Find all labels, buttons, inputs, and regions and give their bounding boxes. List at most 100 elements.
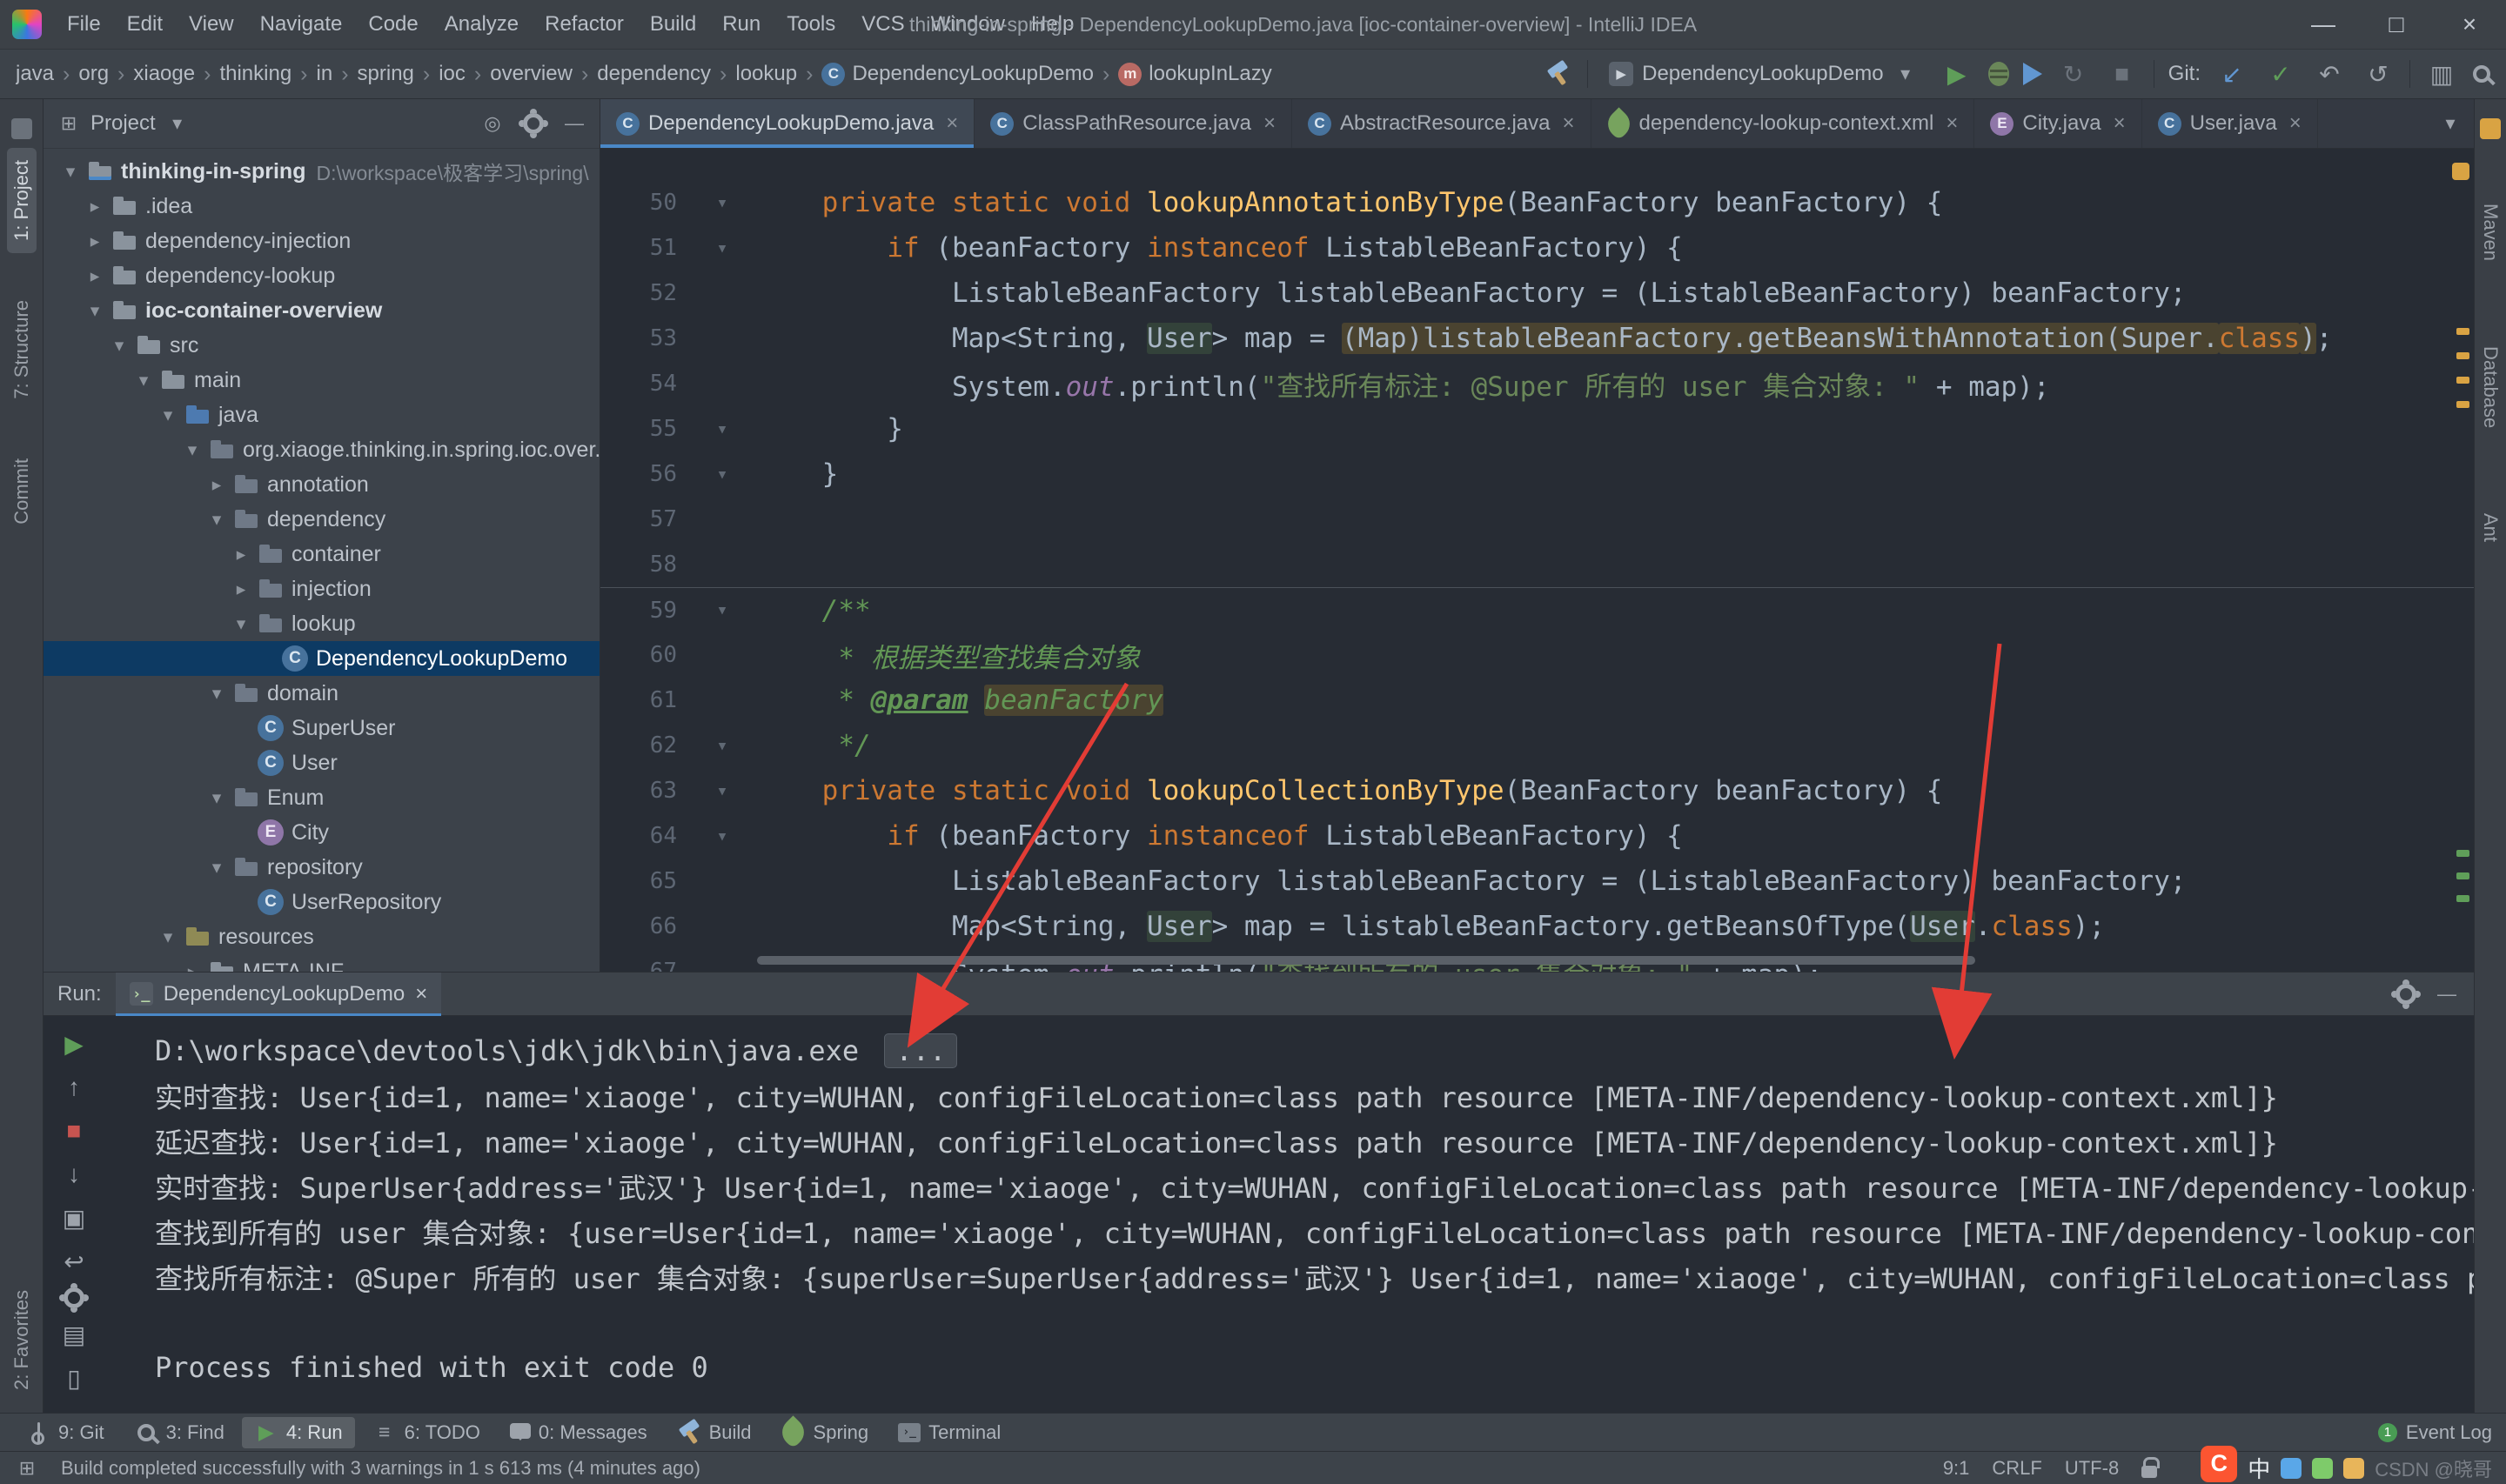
menu-item-navigate[interactable]: Navigate [247, 0, 356, 49]
code-editor[interactable]: 50 ▾ private static void lookupAnnotation… [600, 149, 2474, 972]
git-rollback-button[interactable] [2312, 57, 2347, 91]
tree-item-src[interactable]: ▾ src [44, 328, 600, 363]
git-history-button[interactable] [2361, 57, 2395, 91]
warning-stripe-mark[interactable] [2456, 377, 2469, 384]
collapse-arrow-icon[interactable]: ▾ [131, 370, 157, 391]
menu-item-refactor[interactable]: Refactor [532, 0, 637, 49]
tool-button-7-structure[interactable]: 7: Structure [7, 288, 37, 411]
tree-item-main[interactable]: ▾ main [44, 363, 600, 398]
expand-arrow-icon[interactable]: ▸ [204, 474, 230, 496]
tree-item-superuser[interactable]: SuperUser [44, 711, 600, 745]
fold-icon[interactable]: ▾ [687, 418, 757, 440]
warning-stripe-mark[interactable] [2456, 352, 2469, 359]
tree-item-dependency-injection[interactable]: ▸ dependency-injection [44, 224, 600, 258]
gear-icon[interactable] [2395, 983, 2416, 1005]
expand-command-line-button[interactable]: ... [884, 1033, 958, 1068]
tool-button-ant[interactable]: Ant [2476, 501, 2505, 554]
tree-item-org-xiaoge-thinking-in-spring-ioc-over-[interactable]: ▾ org.xiaoge.thinking.in.spring.ioc.over.… [44, 432, 600, 467]
fold-icon[interactable]: ▾ [687, 464, 757, 485]
rerun-button[interactable] [2056, 57, 2091, 91]
toolwindow-button-spring[interactable]: Spring [769, 1415, 881, 1449]
tree-item--idea[interactable]: ▸ .idea [44, 189, 600, 224]
breadcrumb-dependencylookupdemo[interactable]: DependencyLookupDemo [821, 62, 1094, 86]
console-settings-icon[interactable] [64, 1287, 84, 1308]
file-encoding[interactable]: UTF-8 [2065, 1457, 2119, 1480]
expand-arrow-icon[interactable]: ▸ [82, 196, 108, 217]
vcs-stripe-mark[interactable] [2456, 872, 2469, 879]
close-tab-icon[interactable]: × [1946, 111, 1958, 136]
menu-item-edit[interactable]: Edit [114, 0, 176, 49]
vcs-stripe-mark[interactable] [2456, 850, 2469, 857]
breadcrumb-overview[interactable]: overview [490, 62, 573, 86]
tree-item-meta-inf[interactable]: ▸ META-INF [44, 954, 600, 972]
collapse-arrow-icon[interactable]: ▾ [204, 787, 230, 809]
expand-arrow-icon[interactable]: ▸ [82, 231, 108, 252]
tree-item-resources[interactable]: ▾ resources [44, 919, 600, 954]
breadcrumb-lookup[interactable]: lookup [735, 62, 797, 86]
tree-item-lookup[interactable]: ▾ lookup [44, 606, 600, 641]
event-log-button[interactable]: 1 Event Log [2377, 1421, 2492, 1444]
clear-console-icon[interactable] [57, 1360, 91, 1395]
warning-stripe-mark[interactable] [2456, 328, 2469, 335]
toolwindow-button-4-run[interactable]: 4: Run [241, 1416, 355, 1448]
run-button[interactable] [1940, 57, 1974, 91]
collapse-arrow-icon[interactable]: ▾ [204, 509, 230, 531]
minimize-button[interactable] [2287, 0, 2360, 49]
status-message[interactable]: Build completed successfully with 3 warn… [61, 1457, 700, 1480]
tree-item-dependency[interactable]: ▾ dependency [44, 502, 600, 537]
editor-tab-classpathresource-java[interactable]: ClassPathResource.java × [975, 99, 1293, 148]
close-tab-icon[interactable]: × [2289, 111, 2302, 136]
scroll-up-icon[interactable] [57, 1070, 91, 1105]
fold-icon[interactable]: ▾ [687, 192, 757, 214]
build-hammer-icon[interactable] [1545, 60, 1573, 88]
menu-item-run[interactable]: Run [709, 0, 774, 49]
toolwindow-button-3-find[interactable]: 3: Find [122, 1417, 237, 1448]
breadcrumb-xiaoge[interactable]: xiaoge [133, 62, 195, 86]
breadcrumb-dependency[interactable]: dependency [597, 62, 711, 86]
tree-item-enum[interactable]: ▾ Enum [44, 780, 600, 815]
expand-arrow-icon[interactable]: ▸ [82, 265, 108, 287]
tool-button-2-favorites[interactable]: 2: Favorites [7, 1278, 37, 1402]
horizontal-scrollbar[interactable] [757, 956, 1975, 965]
stop-button[interactable] [2105, 57, 2140, 91]
breadcrumb-ioc[interactable]: ioc [439, 62, 466, 86]
maximize-button[interactable] [2360, 0, 2433, 49]
search-everywhere-icon[interactable] [2473, 65, 2490, 83]
vcs-stripe-mark[interactable] [2456, 895, 2469, 902]
notifications-icon[interactable] [2480, 118, 2501, 139]
menu-item-analyze[interactable]: Analyze [432, 0, 532, 49]
collapse-arrow-icon[interactable]: ▾ [228, 613, 254, 635]
close-tab-icon[interactable]: × [1563, 111, 1575, 136]
expand-arrow-icon[interactable]: ▸ [179, 961, 205, 973]
collapse-arrow-icon[interactable]: ▾ [155, 926, 181, 948]
expand-arrow-icon[interactable]: ▸ [228, 578, 254, 600]
editor-tab-user-java[interactable]: User.java × [2142, 99, 2318, 148]
tool-button-commit[interactable]: Commit [7, 446, 37, 537]
git-commit-button[interactable] [2263, 57, 2298, 91]
tree-item-injection[interactable]: ▸ injection [44, 572, 600, 606]
fold-icon[interactable]: ▾ [687, 237, 757, 259]
tree-item-city[interactable]: City [44, 815, 600, 850]
lock-icon[interactable] [2141, 1456, 2161, 1478]
close-tab-icon[interactable]: × [415, 982, 427, 1006]
collapse-arrow-icon[interactable]: ▾ [179, 439, 205, 461]
fold-icon[interactable]: ▾ [687, 735, 757, 757]
tree-item-annotation[interactable]: ▸ annotation [44, 467, 600, 502]
tree-item-java[interactable]: ▾ java [44, 398, 600, 432]
collapse-arrow-icon[interactable]: ▾ [106, 335, 132, 357]
tool-button-1-project[interactable]: 1: Project [6, 148, 37, 253]
snapshot-icon[interactable] [57, 1200, 91, 1235]
soft-wrap-icon[interactable] [57, 1244, 91, 1279]
breadcrumb-java[interactable]: java [16, 62, 54, 86]
warning-stripe-mark[interactable] [2456, 401, 2469, 408]
menu-item-file[interactable]: File [54, 0, 114, 49]
breadcrumb-thinking[interactable]: thinking [219, 62, 291, 86]
git-update-button[interactable] [2215, 57, 2249, 91]
toolwindow-button-9-git[interactable]: 9: Git [14, 1417, 117, 1448]
tree-item-ioc-container-overview[interactable]: ▾ ioc-container-overview [44, 293, 600, 328]
tool-button-maven[interactable]: Maven [2476, 191, 2505, 273]
toolwindow-button-terminal[interactable]: Terminal [886, 1417, 1013, 1448]
close-tab-icon[interactable]: × [1263, 111, 1276, 136]
tree-item-dependencylookupdemo[interactable]: DependencyLookupDemo [44, 641, 600, 676]
hidden-tabs-icon[interactable] [2437, 110, 2463, 137]
